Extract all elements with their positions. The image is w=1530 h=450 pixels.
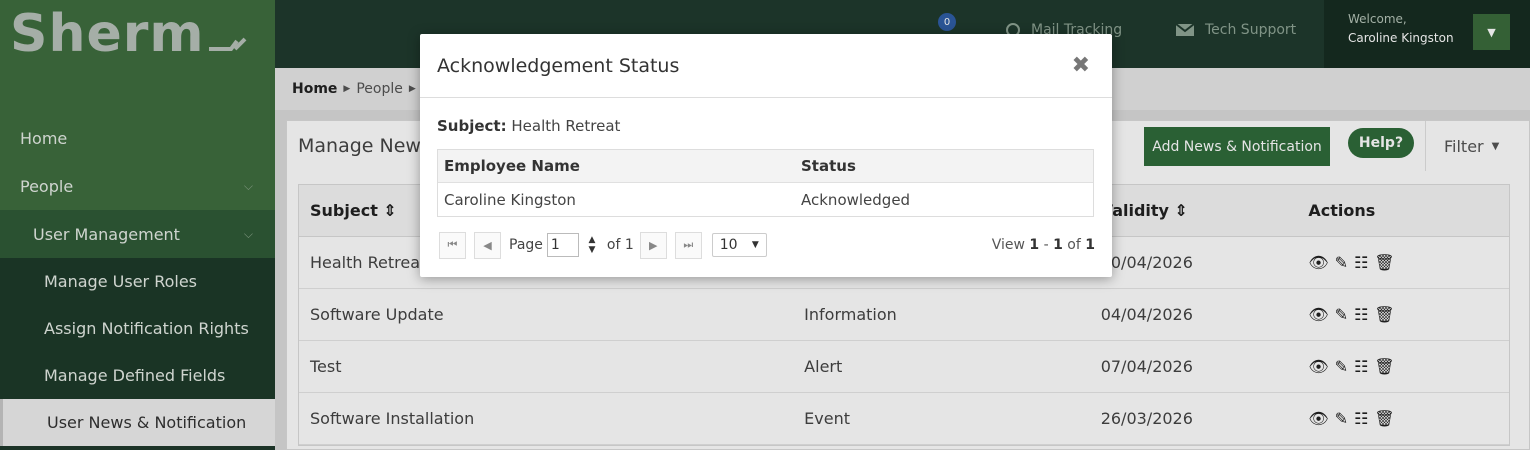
subject-value: Health Retreat <box>511 117 621 135</box>
subject-label: Subject: <box>437 117 507 135</box>
caret-down-icon: ▼ <box>751 240 759 250</box>
close-icon[interactable]: ✖ <box>1072 53 1090 78</box>
pager: ⏮ ◀ Page 1 ▲ ▼ of 1 ▶ ⏭ 10 ▼ View 1 - 1 … <box>439 230 1095 260</box>
cell-employee-name: Caroline Kingston <box>444 190 576 209</box>
page-stepper[interactable]: ▲ ▼ <box>581 231 603 259</box>
view-to: 1 <box>1053 237 1063 253</box>
first-page-button[interactable]: ⏮ <box>439 231 466 259</box>
last-page-button[interactable]: ⏭ <box>674 231 702 259</box>
view-total: 1 <box>1085 237 1095 253</box>
view-separator: - <box>1043 237 1049 253</box>
page-size-select[interactable]: 10 ▼ <box>711 233 767 257</box>
view-records-text: View 1 - 1 of 1 <box>992 237 1095 253</box>
page-size-value: 10 <box>719 237 738 253</box>
page-input[interactable]: 1 <box>546 233 579 257</box>
view-from: 1 <box>1029 237 1040 253</box>
view-prefix: View <box>991 237 1025 253</box>
page-of-label: of 1 <box>606 237 634 253</box>
dialog-title: Acknowledgement Status <box>437 54 680 77</box>
table-header: Employee Name Status <box>438 150 1093 183</box>
dialog-header: Acknowledgement Status ✖ <box>420 34 1112 98</box>
table-row[interactable]: Caroline Kingston Acknowledged <box>438 183 1093 216</box>
view-of: of <box>1067 237 1081 253</box>
column-header-employee-name[interactable]: Employee Name <box>438 157 794 175</box>
dialog-subject: Subject: Health Retreat <box>437 117 620 135</box>
page-label: Page <box>509 237 543 253</box>
prev-page-button[interactable]: ◀ <box>474 231 501 259</box>
chevron-down-icon[interactable]: ▼ <box>588 245 595 255</box>
acknowledgement-table: Employee Name Status Caroline Kingston A… <box>437 149 1094 217</box>
next-page-button[interactable]: ▶ <box>639 231 667 259</box>
cell-status: Acknowledged <box>801 190 911 209</box>
column-header-status[interactable]: Status <box>794 157 856 175</box>
chevron-up-icon[interactable]: ▲ <box>588 235 595 245</box>
acknowledgement-status-dialog: Acknowledgement Status ✖ Subject: Health… <box>420 34 1112 277</box>
